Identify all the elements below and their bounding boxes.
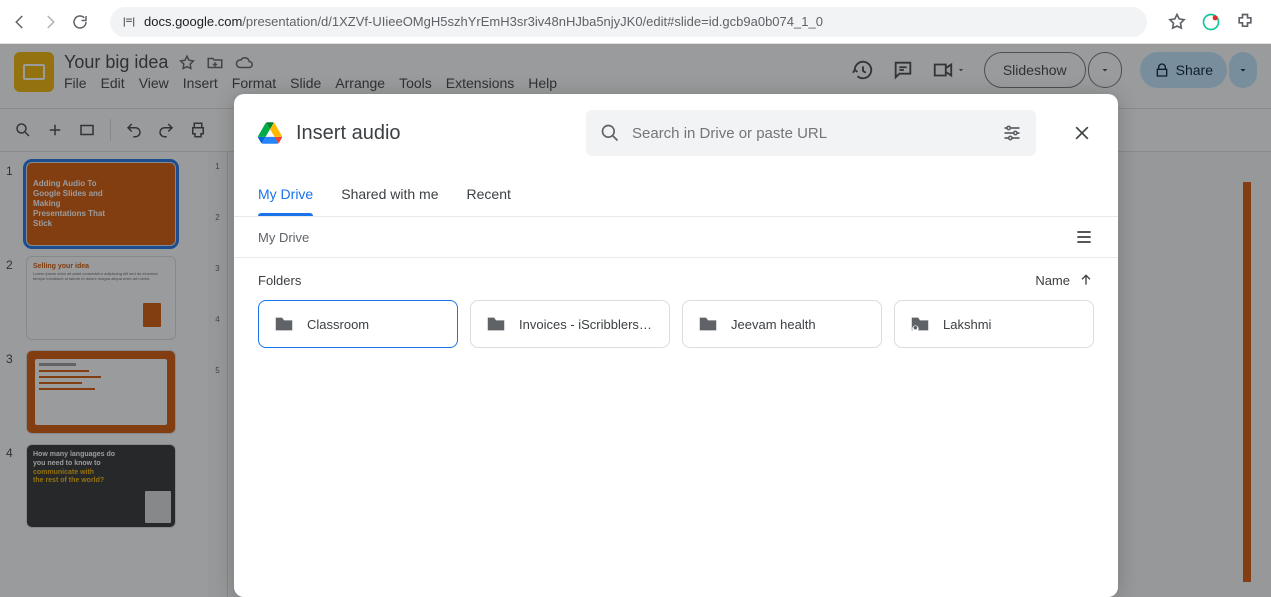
browser-bar: docs.google.com/presentation/d/1XZVf-UIi… (0, 0, 1271, 44)
folder-card-classroom[interactable]: Classroom (258, 300, 458, 348)
folders-heading: Folders (258, 273, 301, 288)
folder-icon (697, 313, 719, 335)
filter-icon[interactable] (1002, 123, 1022, 143)
insert-audio-dialog: Insert audio My Drive Shared with me Rec… (234, 94, 1118, 597)
url-path: /presentation/d/1XZVf-UIieeOMgH5szhYrEmH… (242, 14, 823, 29)
list-view-icon[interactable] (1074, 227, 1094, 247)
arrow-up-icon (1078, 272, 1094, 288)
dialog-tabs: My Drive Shared with me Recent (234, 172, 1118, 217)
folder-icon (273, 313, 295, 335)
folder-card-lakshmi[interactable]: Lakshmi (894, 300, 1094, 348)
tab-recent[interactable]: Recent (467, 172, 511, 216)
dialog-title: Insert audio (296, 122, 401, 145)
forward-icon[interactable] (40, 12, 60, 32)
tab-shared-with-me[interactable]: Shared with me (341, 172, 438, 216)
search-icon (600, 123, 620, 143)
folder-label: Classroom (307, 317, 369, 332)
star-icon[interactable] (1167, 12, 1187, 32)
folder-label: Jeevam health (731, 317, 816, 332)
url-bar[interactable]: docs.google.com/presentation/d/1XZVf-UIi… (110, 7, 1147, 37)
sort-by-name[interactable]: Name (1035, 272, 1094, 288)
shared-folder-icon (909, 313, 931, 335)
site-settings-icon (122, 15, 136, 29)
tab-my-drive[interactable]: My Drive (258, 172, 313, 216)
reload-icon[interactable] (70, 12, 90, 32)
folder-label: Invoices - iScribblers… (519, 317, 652, 332)
drive-logo-icon (258, 122, 282, 144)
search-input[interactable] (632, 125, 990, 142)
folder-grid: Classroom Invoices - iScribblers… Jeevam… (258, 300, 1094, 348)
breadcrumb[interactable]: My Drive (258, 230, 309, 245)
app-background: Your big idea File Edit View Insert Form… (0, 44, 1271, 597)
back-icon[interactable] (10, 12, 30, 32)
close-button[interactable] (1070, 121, 1094, 145)
search-field[interactable] (586, 110, 1036, 156)
url-host: docs.google.com (144, 14, 242, 29)
extensions-icon[interactable] (1235, 12, 1255, 32)
folder-card-invoices[interactable]: Invoices - iScribblers… (470, 300, 670, 348)
folder-label: Lakshmi (943, 317, 991, 332)
folder-card-jeevam[interactable]: Jeevam health (682, 300, 882, 348)
grammarly-icon[interactable] (1201, 12, 1221, 32)
folder-icon (485, 313, 507, 335)
